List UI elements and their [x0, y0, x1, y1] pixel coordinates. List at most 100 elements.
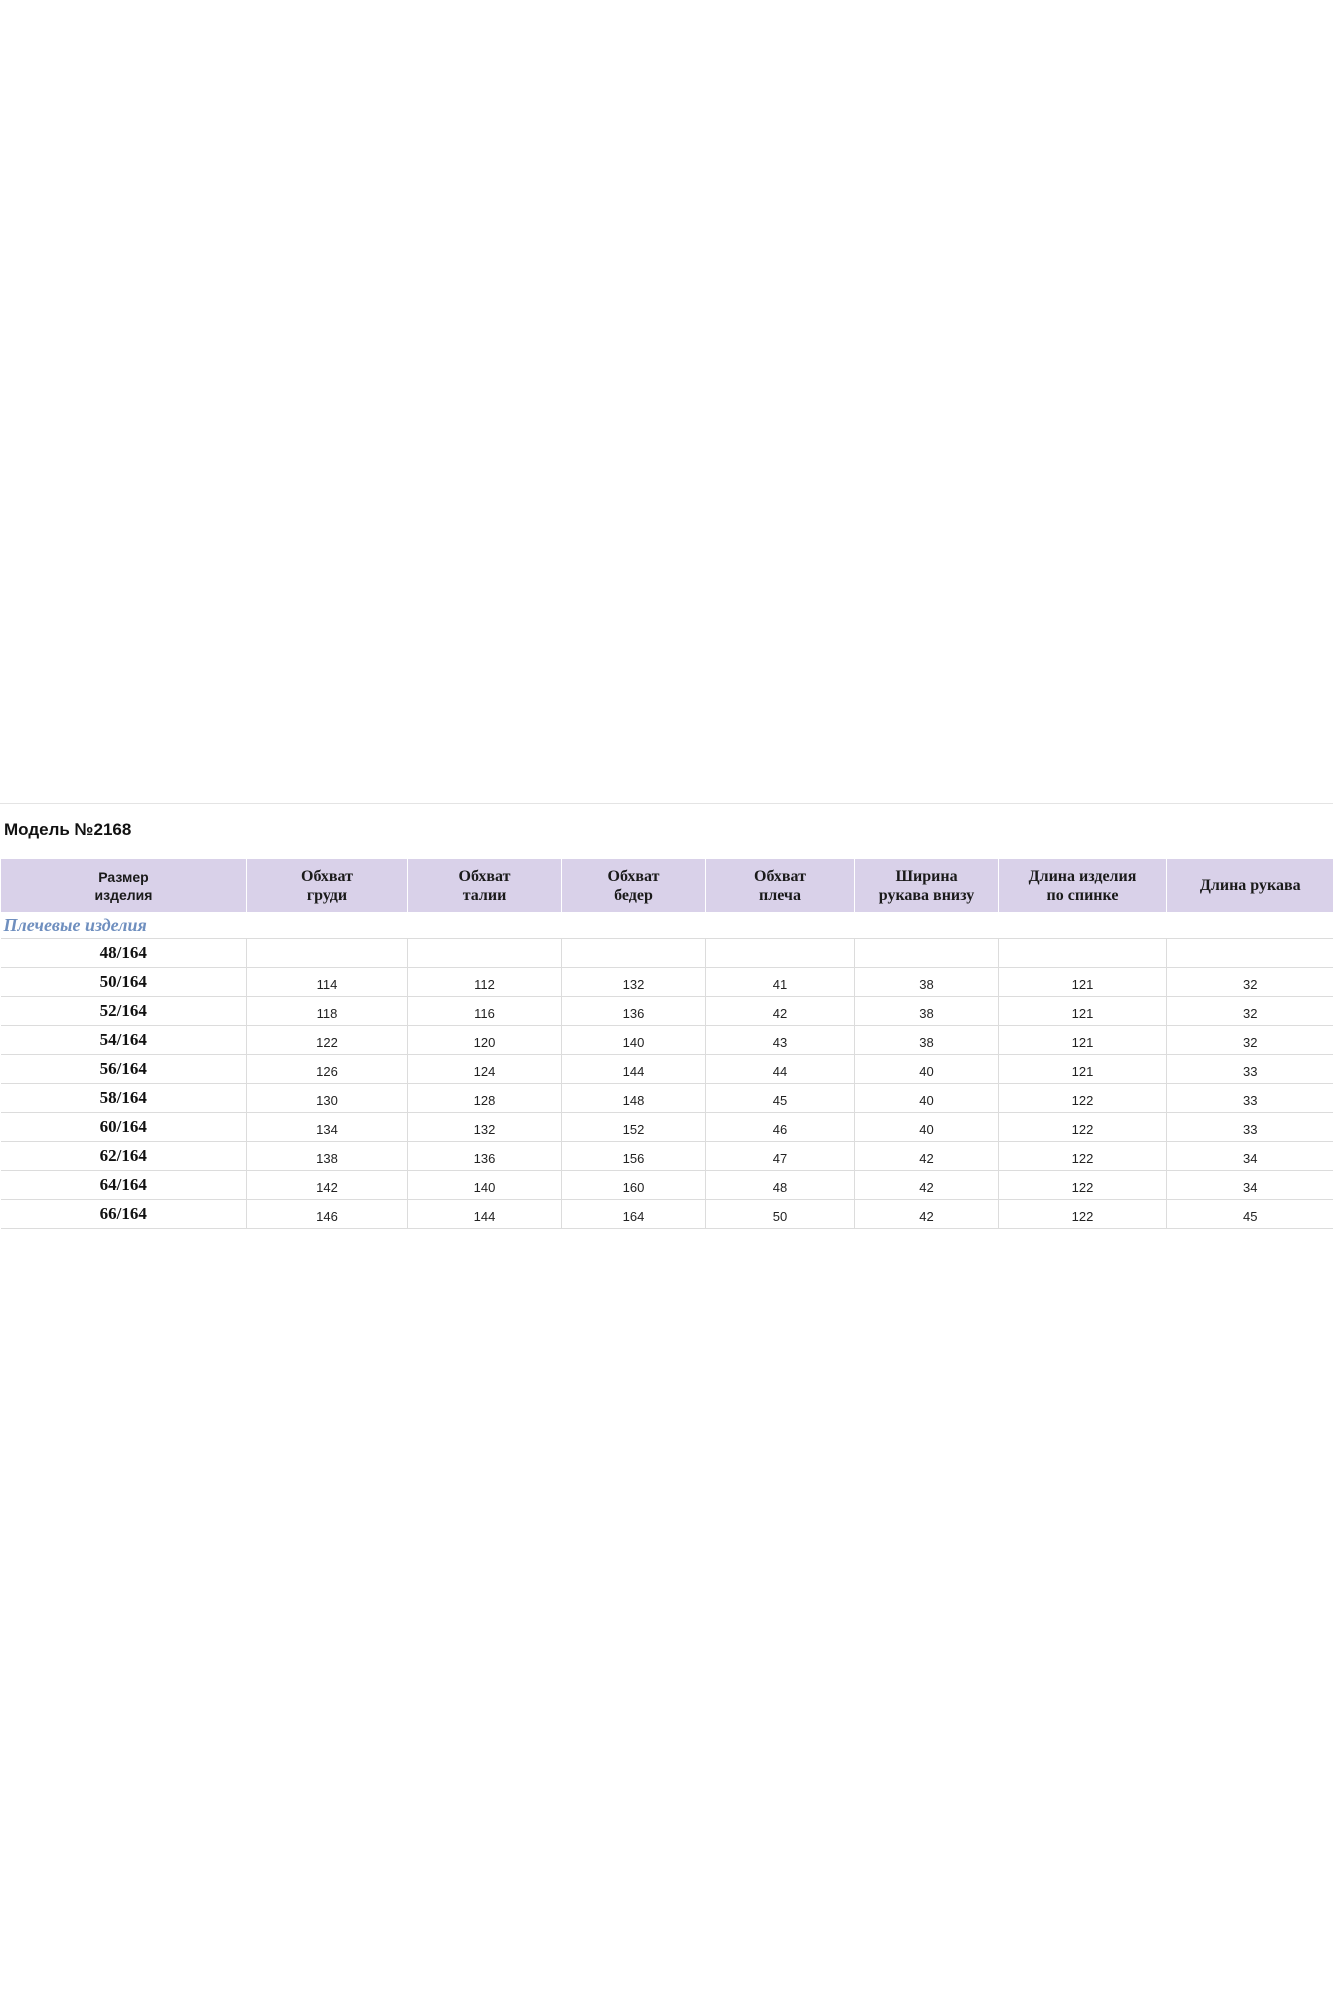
measurement-cell [407, 938, 562, 968]
measurement-cell: 160 [561, 1170, 706, 1200]
measurement-cell: 34 [1166, 1170, 1333, 1200]
measurement-cell: 50 [705, 1199, 855, 1229]
measurement-cell: 152 [561, 1112, 706, 1142]
measurement-cell: 47 [705, 1141, 855, 1171]
measurement-cell: 114 [246, 967, 408, 997]
measurement-cell: 40 [854, 1054, 999, 1084]
size-cell: 60/164 [0, 1112, 247, 1142]
measurement-cell: 140 [561, 1025, 706, 1055]
measurement-cell: 41 [705, 967, 855, 997]
column-header-label: Длина изделия по спинке [1028, 867, 1137, 904]
column-header-size: Размер изделия [0, 858, 247, 913]
table-row: 54/164 122 120 140 43 38 121 32 [0, 1025, 1333, 1055]
measurement-cell: 156 [561, 1141, 706, 1171]
column-header-label: Обхват груди [301, 867, 353, 904]
measurement-cell: 40 [854, 1083, 999, 1113]
measurement-cell [998, 938, 1167, 968]
table-row: 48/164 [0, 938, 1333, 968]
section-label: Плечевые изделия [0, 912, 1333, 939]
column-header-label: Обхват плеча [754, 867, 806, 904]
measurement-cell: 38 [854, 967, 999, 997]
measurement-cell: 144 [407, 1199, 562, 1229]
column-header-chest: Обхват груди [246, 858, 408, 913]
measurement-cell: 121 [998, 967, 1167, 997]
column-header-label: Длина рукава [1199, 877, 1301, 894]
measurement-cell: 124 [407, 1054, 562, 1084]
size-cell: 58/164 [0, 1083, 247, 1113]
measurement-cell: 128 [407, 1083, 562, 1113]
size-cell: 50/164 [0, 967, 247, 997]
measurement-cell [1166, 938, 1333, 968]
table-row: 66/164 146 144 164 50 42 122 45 [0, 1199, 1333, 1229]
measurement-cell: 116 [407, 996, 562, 1026]
column-header-label: Размер изделия [94, 868, 153, 903]
table-row: 58/164 130 128 148 45 40 122 33 [0, 1083, 1333, 1113]
column-header-sleeve-length: Длина рукава [1166, 858, 1333, 913]
measurement-cell [246, 938, 408, 968]
measurement-cell: 164 [561, 1199, 706, 1229]
measurement-cell: 144 [561, 1054, 706, 1084]
top-divider [0, 803, 1333, 804]
measurement-cell: 44 [705, 1054, 855, 1084]
table-row: 64/164 142 140 160 48 42 122 34 [0, 1170, 1333, 1200]
measurement-cell: 121 [998, 1025, 1167, 1055]
column-header-label: Обхват талии [458, 867, 511, 904]
measurement-cell [705, 938, 855, 968]
column-header-hips: Обхват бедер [561, 858, 706, 913]
measurement-cell: 38 [854, 1025, 999, 1055]
measurement-cell: 33 [1166, 1112, 1333, 1142]
size-cell: 62/164 [0, 1141, 247, 1171]
table-row: 52/164 118 116 136 42 38 121 32 [0, 996, 1333, 1026]
measurement-cell: 42 [705, 996, 855, 1026]
table-row: 60/164 134 132 152 46 40 122 33 [0, 1112, 1333, 1142]
size-cell: 52/164 [0, 996, 247, 1026]
measurement-cell: 122 [998, 1199, 1167, 1229]
measurement-cell: 42 [854, 1141, 999, 1171]
measurement-cell: 120 [407, 1025, 562, 1055]
measurement-cell: 45 [1166, 1199, 1333, 1229]
measurement-cell [561, 938, 706, 968]
measurement-cell [854, 938, 999, 968]
column-header-label: Ширина рукава внизу [878, 867, 975, 904]
measurement-cell: 122 [246, 1025, 408, 1055]
measurement-cell: 43 [705, 1025, 855, 1055]
measurement-cell: 32 [1166, 967, 1333, 997]
size-cell: 64/164 [0, 1170, 247, 1200]
measurement-cell: 33 [1166, 1083, 1333, 1113]
size-cell: 54/164 [0, 1025, 247, 1055]
measurement-cell: 40 [854, 1112, 999, 1142]
size-cell: 48/164 [0, 938, 247, 968]
measurement-cell: 32 [1166, 996, 1333, 1026]
header-row: Размер изделия Обхват груди Обхват талии… [0, 858, 1333, 913]
measurement-cell: 138 [246, 1141, 408, 1171]
measurement-cell: 122 [998, 1112, 1167, 1142]
section-row: Плечевые изделия [0, 912, 1333, 939]
measurement-cell: 142 [246, 1170, 408, 1200]
measurement-cell: 42 [854, 1170, 999, 1200]
measurement-cell: 121 [998, 996, 1167, 1026]
measurement-cell: 132 [561, 967, 706, 997]
measurement-cell: 34 [1166, 1141, 1333, 1171]
measurement-cell: 136 [407, 1141, 562, 1171]
column-header-sleeve-width: Ширина рукава внизу [854, 858, 999, 913]
measurement-cell: 112 [407, 967, 562, 997]
table-row: 50/164 114 112 132 41 38 121 32 [0, 967, 1333, 997]
measurement-cell: 122 [998, 1083, 1167, 1113]
measurement-cell: 48 [705, 1170, 855, 1200]
column-header-label: Обхват бедер [607, 867, 660, 904]
measurement-cell: 118 [246, 996, 408, 1026]
measurement-cell: 130 [246, 1083, 408, 1113]
measurement-cell: 122 [998, 1141, 1167, 1171]
column-header-back-length: Длина изделия по спинке [998, 858, 1167, 913]
table-row: 56/164 126 124 144 44 40 121 33 [0, 1054, 1333, 1084]
size-chart-table: Размер изделия Обхват груди Обхват талии… [0, 858, 1333, 1229]
measurement-cell: 134 [246, 1112, 408, 1142]
table-row: 62/164 138 136 156 47 42 122 34 [0, 1141, 1333, 1171]
measurement-cell: 122 [998, 1170, 1167, 1200]
model-title: Модель №2168 [4, 820, 132, 839]
measurement-cell: 32 [1166, 1025, 1333, 1055]
measurement-cell: 146 [246, 1199, 408, 1229]
measurement-cell: 45 [705, 1083, 855, 1113]
measurement-cell: 126 [246, 1054, 408, 1084]
column-header-waist: Обхват талии [407, 858, 562, 913]
